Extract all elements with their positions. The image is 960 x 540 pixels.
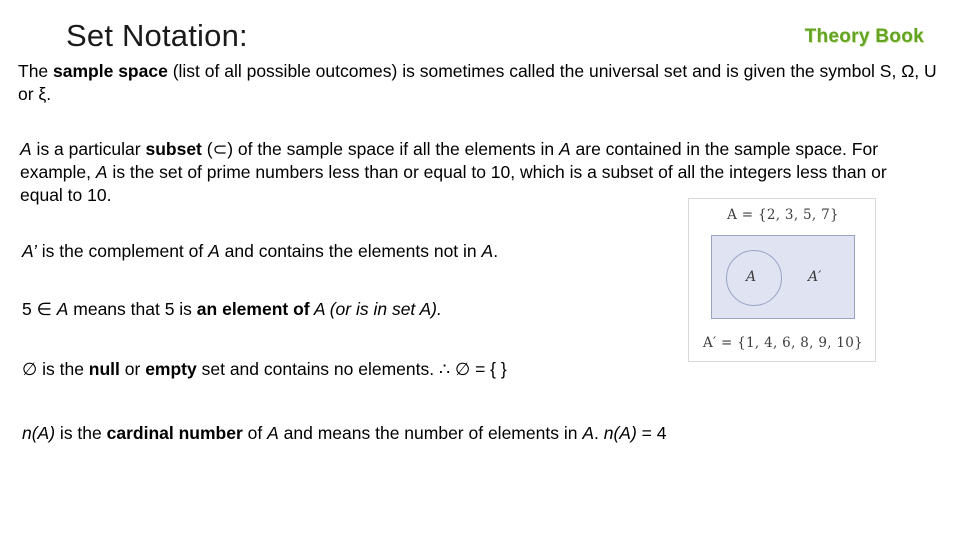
p2-text-c: subset <box>145 139 202 159</box>
set-a-label: A <box>746 269 757 285</box>
set-a-complement-label: A′ <box>808 269 822 285</box>
p2-text-b: is a particular <box>31 139 146 159</box>
set-a-definition: A = {2, 3, 5, 7} <box>727 207 839 223</box>
paragraph-cardinal-number: n(A) is the cardinal number of A and mea… <box>22 422 922 445</box>
p4-text-c: means that 5 is <box>68 299 197 319</box>
p1-text-a: The <box>18 61 54 81</box>
p6-text-e: A <box>267 423 279 443</box>
p2-text-a: A <box>20 139 32 159</box>
p4-text-d: an element of <box>196 299 310 319</box>
paragraph-element-of: 5 ∈ A means that 5 is an element of A (o… <box>22 298 662 321</box>
p6-text-b: is the <box>55 423 107 443</box>
brand-label: Theory Book <box>804 26 924 47</box>
paragraph-subset: A is a particular subset (⊂) of the samp… <box>20 138 928 207</box>
p2-text-e: A <box>558 139 571 159</box>
p6-text-j: = 4 <box>636 423 667 443</box>
p4-text-e: A (or is in set A). <box>309 299 442 319</box>
p3-text-c: A <box>208 241 220 261</box>
paragraph-sample-space: The sample space (list of all possible o… <box>18 60 942 106</box>
p2-text-g: A <box>95 162 108 182</box>
p5-text-d: empty <box>145 359 197 379</box>
p6-text-a: n(A) <box>22 423 56 443</box>
p6-text-f: and means the number of elements in <box>278 423 583 443</box>
p1-text-b: sample space <box>53 61 168 81</box>
p5-text-e: set and contains no elements. ∴ ∅ = { } <box>196 359 507 379</box>
p6-text-d: of <box>242 423 268 443</box>
p6-text-g: A <box>582 423 594 443</box>
slide: Set Notation: Theory Book The sample spa… <box>0 0 960 540</box>
p5-text-c: or <box>119 359 146 379</box>
p6-text-h: . <box>594 423 604 443</box>
p3-text-e: A <box>481 241 494 261</box>
p3-text-f: . <box>493 241 499 261</box>
p3-text-d: and contains the elements not in <box>219 241 482 261</box>
paragraph-empty-set: ∅ is the null or empty set and contains … <box>22 358 662 381</box>
p5-text-b: null <box>88 359 120 379</box>
venn-diagram-figure: A = {2, 3, 5, 7} A A′ A′ = {1, 4, 6, 8, … <box>688 198 876 362</box>
universal-set-rectangle: A A′ <box>711 235 855 319</box>
p4-text-b: A <box>56 299 69 319</box>
p3-text-a: A’ <box>22 241 37 261</box>
paragraph-complement: A’ is the complement of A and contains t… <box>22 240 662 263</box>
p4-text-a: 5 ∈ <box>22 299 57 319</box>
set-a-complement-definition: A′ = {1, 4, 6, 8, 9, 10} <box>702 335 864 351</box>
p6-text-c: cardinal number <box>106 423 243 443</box>
p2-text-d: (⊂) of the sample space if all the eleme… <box>201 139 559 159</box>
p5-text-a: ∅ is the <box>22 359 89 379</box>
page-title: Set Notation: <box>66 18 248 53</box>
p3-text-b: is the complement of <box>36 241 209 261</box>
p6-text-i: n(A) <box>603 423 637 443</box>
